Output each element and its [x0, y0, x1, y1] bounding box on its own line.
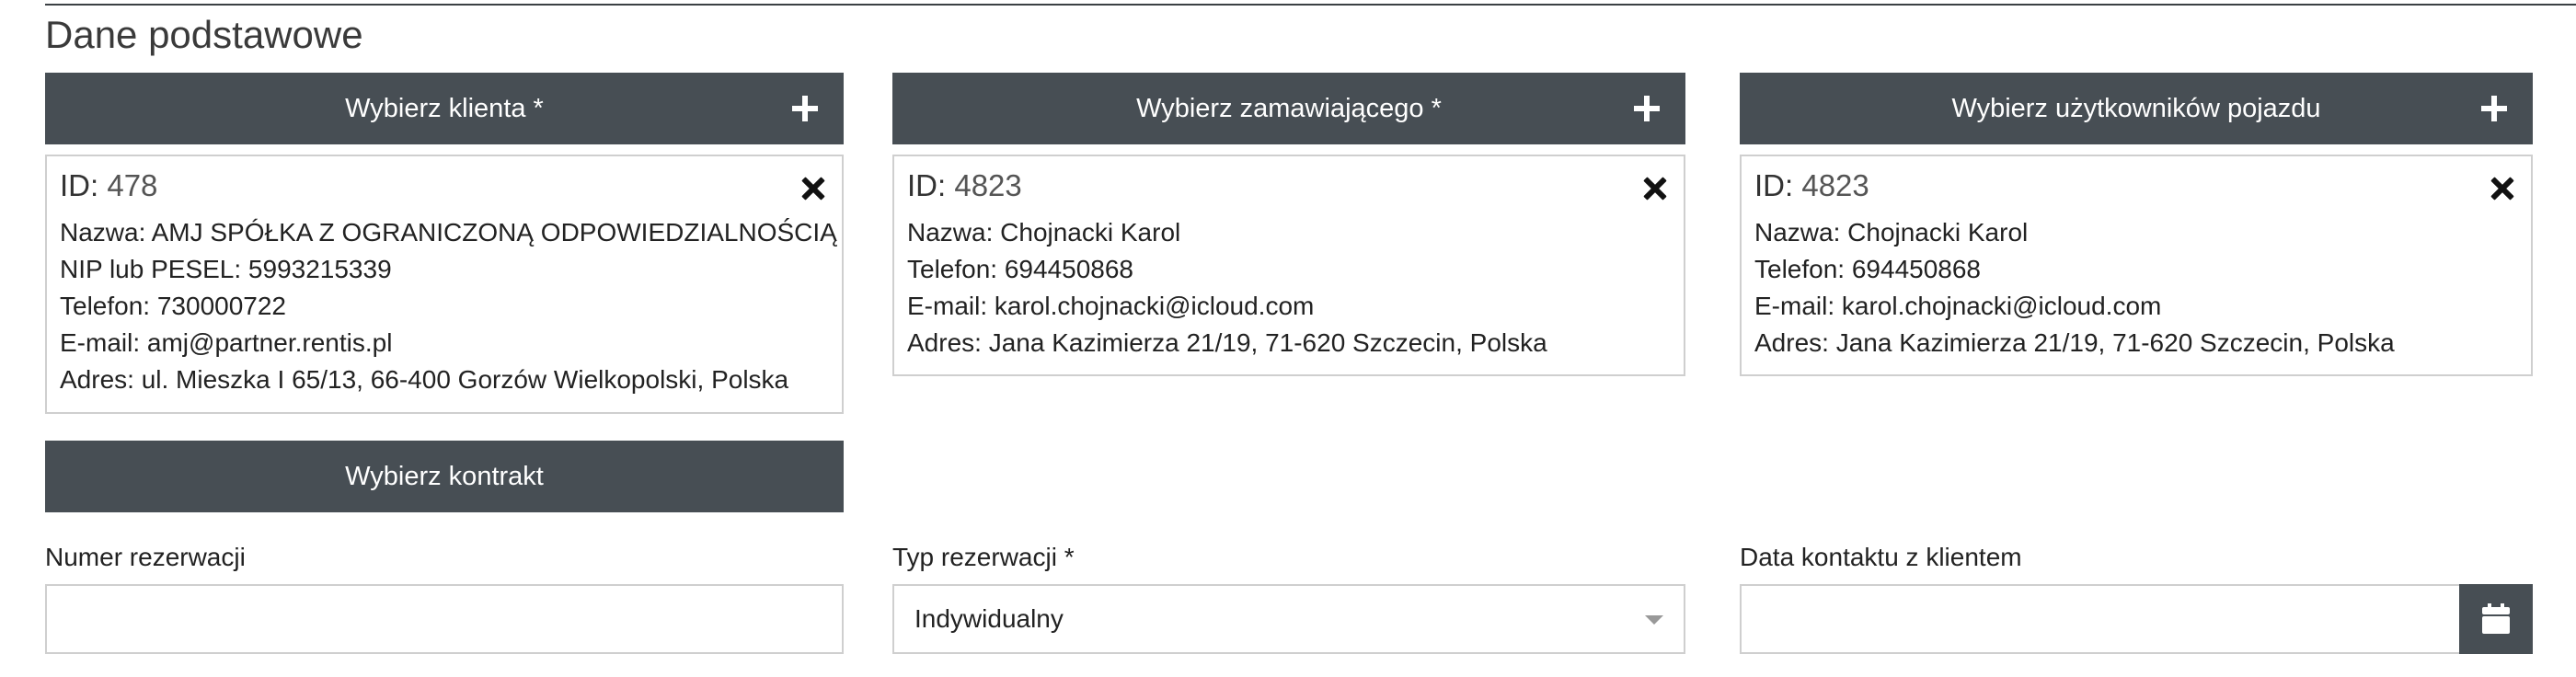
select-orderer-button[interactable]: Wybierz zamawiającego *: [892, 73, 1685, 144]
reservation-number-label: Numer rezerwacji: [45, 543, 246, 571]
vehicle-user-id: ID: 4823: [1754, 167, 2518, 204]
vehicle-users-card: ID: 4823 Nazwa: Chojnacki Karol Telefon:…: [1740, 155, 2533, 376]
vehicle-user-name: Nazwa: Chojnacki Karol: [1754, 218, 2029, 247]
client-id: ID: 478: [60, 167, 829, 204]
orderer-id-value: 4823: [954, 168, 1022, 202]
reservation-type-select[interactable]: Indywidualny: [892, 584, 1685, 654]
orderer-id-label: ID:: [907, 168, 947, 202]
vehicle-user-phone: Telefon: 694450868: [1754, 255, 1981, 283]
chevron-down-icon: [1645, 615, 1663, 625]
contact-date-label: Data kontaktu z klientem: [1740, 543, 2022, 571]
orderer-email: E-mail: karol.chojnacki@icloud.com: [907, 292, 1315, 320]
section-title: Dane podstawowe: [45, 13, 363, 56]
client-phone: Telefon: 730000722: [60, 292, 286, 320]
reservation-type-label: Typ rezerwacji *: [892, 543, 1075, 571]
orderer-address: Adres: Jana Kazimierza 21/19, 71-620 Szc…: [907, 328, 1547, 357]
reservation-number-input[interactable]: [45, 584, 844, 654]
client-nip: NIP lub PESEL: 5993215339: [60, 255, 392, 283]
client-id-value: 478: [107, 168, 158, 202]
client-card: ID: 478 Nazwa: AMJ SPÓŁKA Z OGRANICZONĄ …: [45, 155, 844, 414]
orderer-id: ID: 4823: [907, 167, 1671, 204]
remove-orderer-close-icon[interactable]: [1643, 177, 1667, 201]
select-client-button[interactable]: Wybierz klienta *: [45, 73, 844, 144]
calendar-icon: [2482, 603, 2510, 634]
select-contract-label: Wybierz kontrakt: [345, 461, 544, 491]
remove-client-close-icon[interactable]: [801, 177, 825, 201]
select-orderer-label: Wybierz zamawiającego *: [1136, 93, 1442, 123]
vehicle-user-address: Adres: Jana Kazimierza 21/19, 71-620 Szc…: [1754, 328, 2395, 357]
vehicle-user-id-label: ID:: [1754, 168, 1794, 202]
plus-icon: [792, 96, 818, 121]
contact-date-input[interactable]: [1740, 584, 2461, 654]
section-divider: [45, 4, 2576, 6]
orderer-name: Nazwa: Chojnacki Karol: [907, 218, 1181, 247]
vehicle-user-id-value: 4823: [1801, 168, 1869, 202]
select-contract-button[interactable]: Wybierz kontrakt: [45, 441, 844, 512]
select-vehicle-users-label: Wybierz użytkowników pojazdu: [1951, 93, 2321, 123]
select-client-label: Wybierz klienta *: [345, 93, 544, 123]
select-vehicle-users-button[interactable]: Wybierz użytkowników pojazdu: [1740, 73, 2533, 144]
orderer-phone: Telefon: 694450868: [907, 255, 1133, 283]
client-address: Adres: ul. Mieszka I 65/13, 66-400 Gorzó…: [60, 365, 789, 394]
remove-vehicle-user-close-icon[interactable]: [2490, 177, 2514, 201]
reservation-type-value: Indywidualny: [914, 604, 1064, 633]
plus-icon: [2481, 96, 2507, 121]
plus-icon: [1634, 96, 1660, 121]
date-picker-button[interactable]: [2459, 584, 2533, 654]
client-id-label: ID:: [60, 168, 99, 202]
vehicle-user-email: E-mail: karol.chojnacki@icloud.com: [1754, 292, 2162, 320]
client-email: E-mail: amj@partner.rentis.pl: [60, 328, 393, 357]
client-name: Nazwa: AMJ SPÓŁKA Z OGRANICZONĄ ODPOWIED…: [60, 218, 837, 247]
orderer-card: ID: 4823 Nazwa: Chojnacki Karol Telefon:…: [892, 155, 1685, 376]
